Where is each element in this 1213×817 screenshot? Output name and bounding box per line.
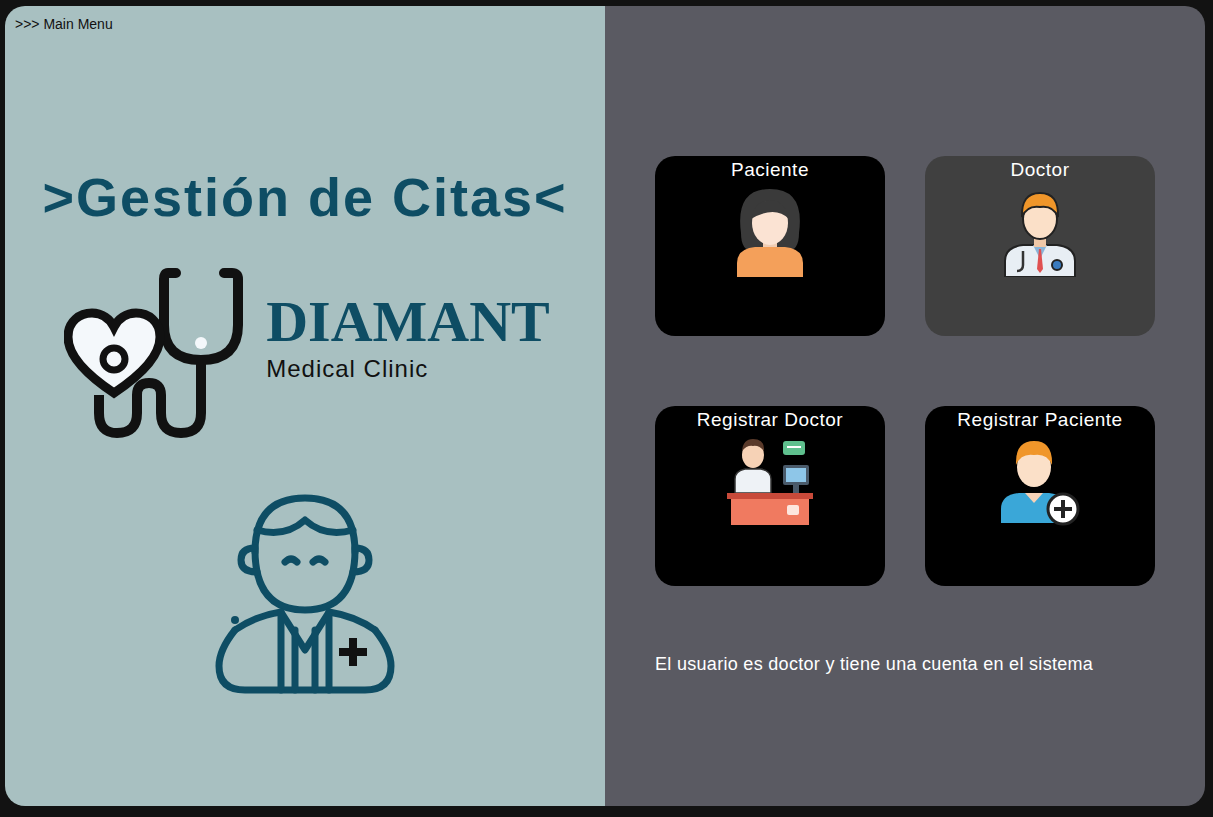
register-doctor-icon xyxy=(725,435,815,527)
brand-panel: >>> Main Menu >Gestión de Citas< DIAMANT Me… xyxy=(5,6,605,806)
app-window: >>> Main Menu >Gestión de Citas< DIAMANT Me… xyxy=(5,6,1205,806)
logo-name: DIAMANT xyxy=(266,293,550,351)
stethoscope-heart-icon xyxy=(64,265,254,440)
user-description: El usuario es doctor y tiene una cuenta … xyxy=(655,654,1205,675)
card-label: Paciente xyxy=(731,159,809,181)
app-title: >Gestión de Citas< xyxy=(42,168,567,227)
card-label: Registrar Paciente xyxy=(957,409,1122,431)
menu-card[interactable]: Registrar Paciente xyxy=(925,406,1155,586)
card-label: Doctor xyxy=(1011,159,1070,181)
doctor-icon xyxy=(995,185,1085,277)
patient-icon xyxy=(725,185,815,277)
menu-card[interactable]: Registrar Doctor xyxy=(655,406,885,586)
register-patient-icon xyxy=(995,435,1085,527)
menu-label: >>> Main Menu xyxy=(5,6,113,32)
menu-grid: Paciente Doctor Registrar Doctor Registrar … xyxy=(655,156,1205,586)
menu-card[interactable]: Paciente xyxy=(655,156,885,336)
logo-subtitle: Medical Clinic xyxy=(266,355,550,383)
doctor-outline-icon xyxy=(215,490,395,696)
card-label: Registrar Doctor xyxy=(697,409,843,431)
menu-panel: Paciente Doctor Registrar Doctor Registrar … xyxy=(605,6,1205,806)
menu-card[interactable]: Doctor xyxy=(925,156,1155,336)
clinic-logo: DIAMANT Medical Clinic xyxy=(64,265,550,440)
